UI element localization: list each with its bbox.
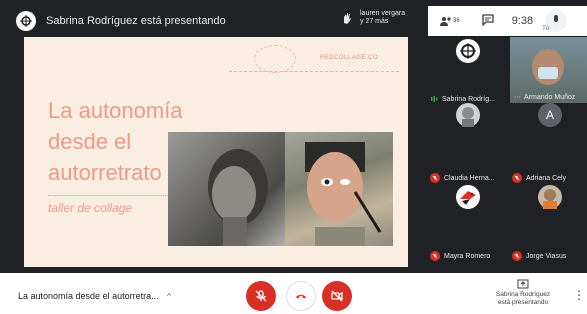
mic-icon (554, 15, 559, 22)
participant-name: Claudia Herna... (430, 173, 495, 183)
participant-name: Adriana Cely (512, 173, 566, 183)
mic-off-icon (512, 251, 522, 261)
camera-toggle-button[interactable] (322, 281, 352, 311)
viewers-line2: y 27 más (360, 18, 389, 25)
presentation-slide: REDCOLLAGE.CO La autonomía desde el auto… (24, 37, 408, 267)
slide-title-underline (48, 195, 168, 196)
participant-name-text: Jorge Viasus (526, 252, 567, 260)
bird-logo-icon (460, 191, 476, 205)
avatar (538, 185, 562, 209)
portrait-photo (168, 132, 285, 246)
slide-handle: REDCOLLAGE.CO (320, 55, 379, 61)
presenter-avatar (16, 11, 36, 31)
mic-off-icon (512, 173, 522, 183)
avatar-initial: A (545, 108, 554, 122)
people-count: 36 (453, 18, 460, 24)
avatar (456, 185, 480, 209)
participant-name: Sabrina Rodríg... (430, 95, 495, 103)
leave-call-button[interactable] (286, 281, 316, 311)
participant-tile[interactable]: Mayra Romero (430, 185, 506, 261)
meeting-stage: Sabrina Rodríguez está presentando laure… (0, 0, 587, 273)
self-view[interactable]: Tú (542, 10, 568, 32)
collage-logo (254, 45, 296, 73)
presenting-line1: Sabrina Rodríguez (495, 291, 551, 298)
portrait-illustration (208, 149, 268, 246)
bottom-controls-bar: La autonomía desde el autorretra... ^ Sa… (0, 273, 587, 314)
self-label: Tú (542, 26, 550, 32)
presenting-title: Sabrina Rodríguez está presentando (46, 15, 226, 27)
top-right-controls: 36 9:38 Tú (428, 6, 587, 36)
participant-tile[interactable]: Claudia Herna... (430, 103, 506, 183)
mic-toggle-button[interactable] (246, 281, 276, 311)
participant-name-text: Claudia Herna... (444, 174, 495, 182)
speaking-icon (431, 96, 438, 102)
hang-up-icon (296, 294, 306, 299)
clock-time: 9:38 (511, 15, 534, 27)
meeting-title[interactable]: La autonomía desde el autorretra... ^ (18, 291, 171, 301)
participant-tile[interactable]: ··· Armando Muñoz (510, 37, 587, 103)
participant-tile[interactable]: A Adriana Cely (512, 103, 587, 183)
collage-logo-icon (460, 43, 476, 59)
participant-name: ··· Armando Muñoz (514, 94, 575, 101)
mic-off-icon (430, 173, 440, 183)
people-button[interactable]: 36 (440, 16, 460, 26)
slide-divider (229, 71, 399, 72)
people-icon (440, 17, 451, 26)
collage-logo-icon (20, 15, 32, 27)
participant-name-text: Mayra Romero (444, 252, 491, 260)
participant-name-text: Sabrina Rodríg... (442, 95, 495, 103)
person-photo-icon (543, 189, 557, 209)
avatar: A (538, 103, 562, 127)
avatar (456, 103, 480, 127)
participants-panel: Sabrina Rodríg... ··· Armando Muñoz Clau… (428, 37, 587, 267)
participant-tile[interactable]: Sabrina Rodríg... (430, 39, 506, 103)
more-options-icon[interactable]: ⋮ (573, 288, 585, 302)
raised-hands-indicator[interactable]: lauren vergara y 27 más (340, 10, 405, 26)
camera-off-icon (331, 290, 343, 302)
presenting-status[interactable]: Sabrina Rodríguez está presentando (488, 279, 558, 307)
chevron-up-icon: ^ (167, 292, 171, 301)
participant-name-text: Adriana Cely (526, 174, 567, 182)
meeting-title-text: La autonomía desde el autorretra... (18, 291, 159, 301)
avatar (456, 39, 480, 63)
participant-name: Mayra Romero (430, 251, 490, 261)
participant-video (532, 49, 564, 85)
participant-name: Jorge Viasus (512, 251, 566, 261)
hand-icon (344, 13, 351, 24)
mic-off-icon (255, 290, 267, 302)
more-icon: ··· (514, 94, 521, 101)
person-photo-icon (462, 107, 474, 127)
slide-subtitle: taller de collage (48, 201, 133, 215)
present-icon (517, 279, 529, 289)
collage-photo (285, 132, 393, 246)
presenting-line2: está presentando (497, 299, 549, 306)
chat-button[interactable] (482, 13, 494, 29)
collage-illustration (305, 142, 382, 246)
participant-tile[interactable]: Jorge Viasus (512, 185, 587, 261)
viewers-line1: lauren vergara (360, 10, 406, 17)
participant-name-text: Armando Muñoz (524, 94, 576, 101)
mic-off-icon (430, 251, 440, 261)
chat-icon (482, 13, 494, 27)
